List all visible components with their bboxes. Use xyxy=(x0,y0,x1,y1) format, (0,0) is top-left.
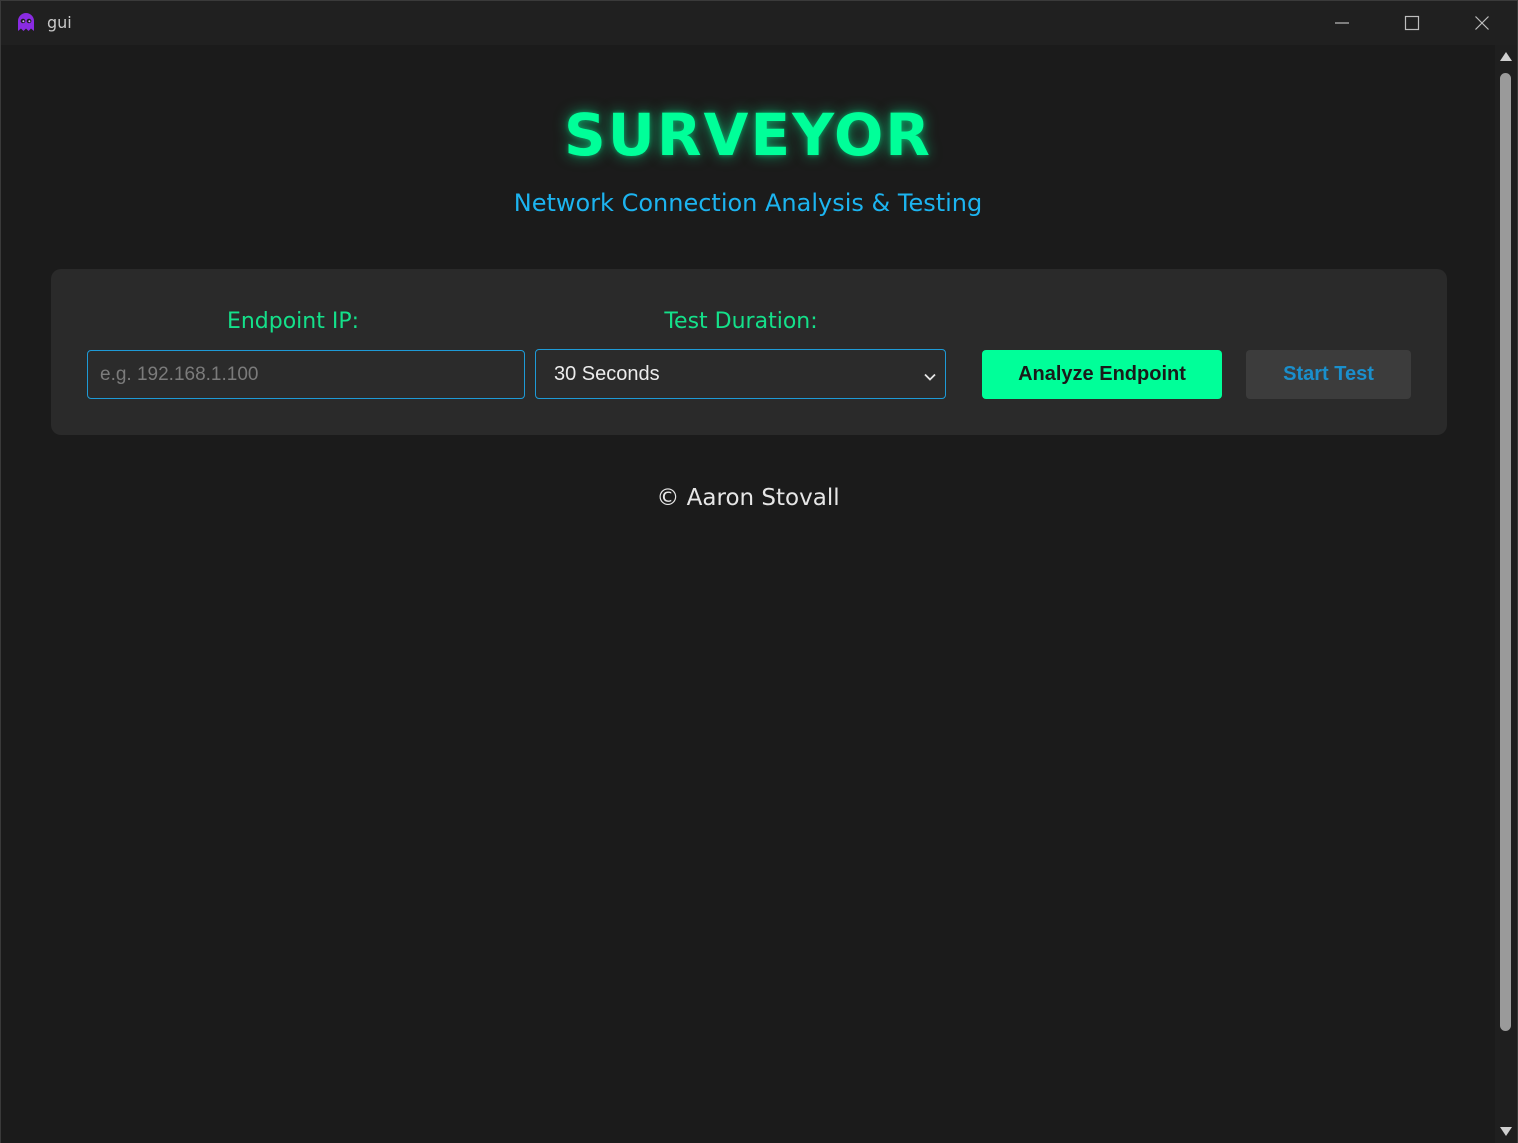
page-title: SURVEYOR xyxy=(564,101,932,169)
scrollbar-thumb[interactable] xyxy=(1500,73,1511,1031)
test-duration-label: Test Duration: xyxy=(664,309,818,334)
endpoint-ip-input[interactable] xyxy=(87,350,525,399)
app-window: gui SURVEYOR Network Connection Analysis… xyxy=(0,0,1518,1143)
ghost-app-icon xyxy=(15,11,37,33)
scroll-up-arrow-icon[interactable] xyxy=(1500,52,1512,61)
page-subtitle: Network Connection Analysis & Testing xyxy=(513,189,983,217)
main-content: SURVEYOR Network Connection Analysis & T… xyxy=(1,45,1495,1143)
vertical-scrollbar[interactable] xyxy=(1495,45,1517,1143)
endpoint-ip-label: Endpoint IP: xyxy=(226,309,360,334)
maximize-icon xyxy=(1404,15,1420,31)
title-bar[interactable]: gui xyxy=(1,1,1517,45)
start-test-button[interactable]: Start Test xyxy=(1246,350,1411,399)
footer-copyright: © Aaron Stovall xyxy=(656,485,840,511)
analyze-endpoint-button[interactable]: Analyze Endpoint xyxy=(982,350,1222,399)
minimize-button[interactable] xyxy=(1307,1,1377,45)
chevron-down-icon xyxy=(923,367,937,381)
test-duration-value: 30 Seconds xyxy=(554,362,660,385)
control-panel: Endpoint IP: Test Duration: 30 Seconds A… xyxy=(51,269,1447,435)
maximize-button[interactable] xyxy=(1377,1,1447,45)
close-button[interactable] xyxy=(1447,1,1517,45)
test-duration-select[interactable]: 30 Seconds xyxy=(535,349,946,399)
window-title: gui xyxy=(47,13,72,32)
minimize-icon xyxy=(1335,22,1349,24)
scroll-down-arrow-icon[interactable] xyxy=(1500,1127,1512,1136)
close-icon xyxy=(1475,16,1489,30)
